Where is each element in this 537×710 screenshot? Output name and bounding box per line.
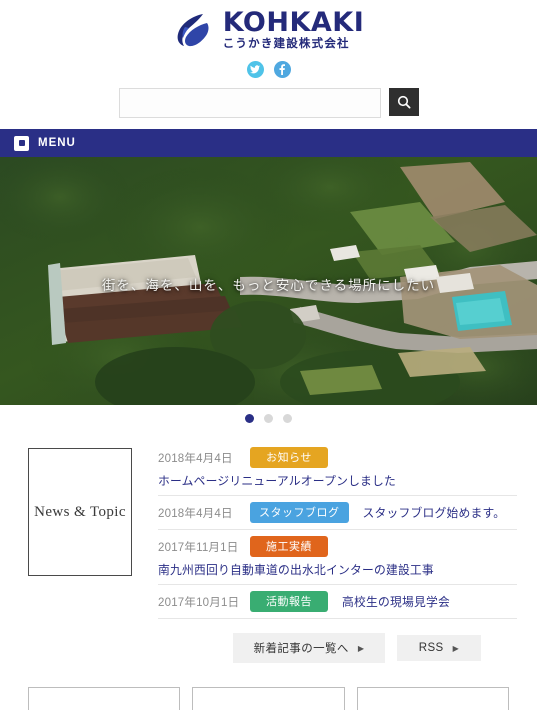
hero-caption: 街を、海を、山を、もっと安心できる場所にしたい: [101, 278, 436, 293]
twitter-icon[interactable]: [246, 61, 264, 78]
site-header: KOHKAKI こうかき建設株式会社: [0, 0, 537, 118]
logo-text-en: KOHKAKI: [222, 7, 365, 39]
logo[interactable]: KOHKAKI こうかき建設株式会社: [0, 6, 537, 54]
menu-square-icon: [14, 135, 29, 151]
carousel-dot-2[interactable]: [264, 413, 273, 423]
news-item[interactable]: 2018年4月4日 スタッフブログ スタッフブログ始めます。: [158, 496, 517, 530]
hero-slider[interactable]: 街を、海を、山を、もっと安心できる場所にしたい: [0, 157, 537, 405]
news-title-link[interactable]: ホームページリニューアルオープンしました: [158, 472, 517, 489]
news-section-title: News & Topic: [34, 503, 126, 520]
search-input[interactable]: [118, 88, 381, 118]
search-bar: [0, 88, 537, 118]
news-item[interactable]: 2018年4月4日 お知らせ ホームページリニューアルオープンしました: [158, 445, 517, 496]
kohkaki-bird-logo-icon: [177, 14, 209, 47]
news-actions: 新着記事の一覧へ ▶ RSS ▶: [0, 619, 537, 663]
menu-label: MENU: [38, 137, 76, 149]
social-links: [0, 61, 537, 79]
news-item[interactable]: 2017年11月1日 施工実績 南九州西回り自動車道の出水北インターの建設工事: [158, 530, 517, 585]
news-date: 2018年4月4日: [158, 452, 233, 465]
search-icon: [397, 95, 411, 109]
news-list: 2018年4月4日 お知らせ ホームページリニューアルオープンしました 2018…: [158, 445, 517, 619]
carousel-dot-3[interactable]: [283, 413, 292, 423]
news-title-link[interactable]: 高校生の現場見学会: [342, 593, 450, 610]
carousel-dots: [0, 405, 537, 431]
chevron-right-icon: ▶: [452, 643, 460, 653]
carousel-dot-1[interactable]: [245, 413, 254, 423]
news-title-link[interactable]: スタッフブログ始めます。: [363, 504, 506, 521]
news-section: News & Topic 2018年4月4日 お知らせ ホームページリニューアル…: [0, 431, 537, 619]
news-date: 2017年11月1日: [158, 541, 239, 554]
rss-label: RSS: [418, 642, 444, 654]
chevron-right-icon: ▶: [357, 643, 365, 653]
bottom-panel-3[interactable]: [356, 687, 509, 710]
bottom-panel-2[interactable]: [192, 687, 345, 710]
news-section-title-box: News & Topic: [28, 448, 132, 576]
bottom-panels: [0, 663, 537, 710]
news-date: 2018年4月4日: [158, 507, 233, 520]
logo-text-jp: こうかき建設株式会社: [222, 38, 350, 51]
rss-button[interactable]: RSS ▶: [397, 635, 481, 661]
news-archive-label: 新着記事の一覧へ: [253, 643, 349, 655]
news-date: 2017年10月1日: [158, 596, 240, 609]
news-category-badge[interactable]: 施工実績: [250, 536, 328, 557]
news-title-link[interactable]: 南九州西回り自動車道の出水北インターの建設工事: [158, 561, 517, 578]
search-button[interactable]: [388, 88, 419, 116]
news-archive-button[interactable]: 新着記事の一覧へ ▶: [233, 633, 385, 663]
news-category-badge[interactable]: スタッフブログ: [250, 502, 349, 523]
news-item[interactable]: 2017年10月1日 活動報告 高校生の現場見学会: [158, 585, 517, 619]
facebook-icon[interactable]: [273, 61, 291, 78]
news-category-badge[interactable]: お知らせ: [250, 447, 328, 468]
bottom-panel-1[interactable]: [28, 687, 181, 710]
menu-bar[interactable]: MENU: [0, 129, 537, 157]
news-category-badge[interactable]: 活動報告: [250, 591, 328, 612]
